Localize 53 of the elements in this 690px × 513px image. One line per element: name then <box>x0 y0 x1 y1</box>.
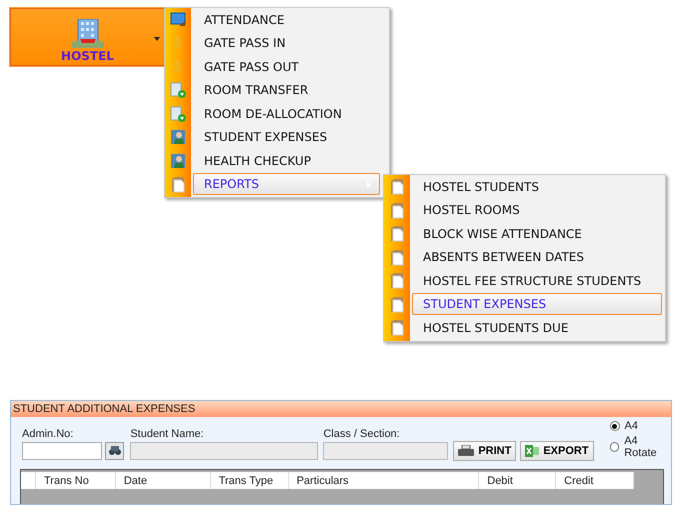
menu-item[interactable]: HOSTEL STUDENTS DUE <box>412 316 665 339</box>
column-header[interactable]: Credit <box>556 472 634 489</box>
menu-item[interactable]: REPORTS <box>193 173 380 196</box>
page-icon <box>389 202 405 219</box>
column-header[interactable]: Particulars <box>288 472 480 489</box>
menu-item[interactable]: BLOCK WISE ATTENDANCE <box>412 222 665 245</box>
document-add-icon <box>170 106 186 122</box>
page-icon <box>389 272 405 290</box>
menu-item[interactable]: HOSTEL ROOMS <box>412 199 665 222</box>
menu-item[interactable]: HOSTEL STUDENTS <box>412 176 665 198</box>
menu-item[interactable]: HEALTH CHECKUP <box>193 150 389 172</box>
field-label: Student Name: <box>130 428 205 440</box>
menu-item[interactable]: HOSTEL FEE STRUCTURE STUDENTS <box>412 270 665 292</box>
menu-item[interactable]: GATE PASS IN <box>193 32 389 54</box>
menu-item[interactable]: ROOM DE-ALLOCATION <box>193 102 389 125</box>
building-icon <box>70 19 106 49</box>
menu-item[interactable]: STUDENT EXPENSES <box>412 293 662 316</box>
page-icon <box>170 176 186 193</box>
column-header[interactable]: Date <box>116 472 211 489</box>
monitor-icon <box>170 12 186 28</box>
page-icon <box>389 319 405 336</box>
column-header[interactable]: Debit <box>479 472 556 489</box>
lookup-button[interactable] <box>105 442 124 460</box>
radio-label: A4 Rotate <box>624 435 658 459</box>
hostel-button[interactable]: HOSTEL <box>10 8 165 66</box>
radio-button[interactable] <box>610 421 620 431</box>
page-icon <box>389 296 405 313</box>
menu-item[interactable]: GATE PASS OUT <box>193 56 389 78</box>
column-header[interactable]: Trans Type <box>210 472 289 489</box>
menu-item[interactable]: STUDENT EXPENSES <box>193 126 389 148</box>
export-button[interactable]: EXPORT <box>520 441 594 461</box>
admission-number-field[interactable] <box>22 442 102 460</box>
menu-item[interactable]: ATTENDANCE <box>193 8 389 31</box>
print-button[interactable]: PRINT <box>453 441 516 461</box>
page-icon <box>389 178 405 196</box>
panel-title: STUDENT ADDITIONAL EXPENSES <box>13 403 196 415</box>
field-label: Class / Section: <box>323 428 401 440</box>
person-photo-icon <box>170 152 186 169</box>
page-icon <box>389 225 405 242</box>
radio-button[interactable] <box>610 442 620 452</box>
menu-item[interactable]: ROOM TRANSFER <box>193 79 389 102</box>
radio-label: A4 <box>624 420 638 432</box>
binoculars-icon <box>108 446 121 456</box>
document-add-icon <box>170 82 186 98</box>
spreadsheet-icon <box>525 444 540 458</box>
menu-item[interactable]: ABSENTS BETWEEN DATES <box>412 246 665 268</box>
column-header[interactable]: Trans No <box>36 472 116 489</box>
page-icon <box>389 248 405 266</box>
class-section-field[interactable] <box>323 442 448 460</box>
field-label: Admin.No: <box>22 428 74 440</box>
printer-icon <box>458 445 474 457</box>
person-photo-icon <box>170 129 186 146</box>
student-name-field[interactable] <box>130 442 318 460</box>
